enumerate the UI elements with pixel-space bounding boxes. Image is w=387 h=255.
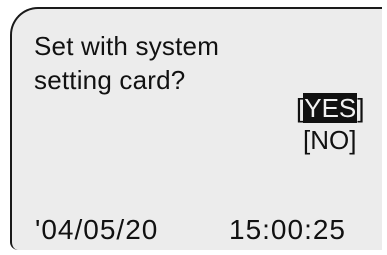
confirmation-prompt: Set with system setting card? (34, 29, 219, 97)
no-option-label: NO (310, 125, 350, 155)
lcd-screen: Set with system setting card? [YES] [NO]… (10, 7, 382, 250)
yes-option-label: YES (303, 93, 358, 123)
date-display: '04/05/20 (35, 214, 159, 245)
yes-option[interactable]: [YES] (296, 93, 365, 123)
prompt-line-2: setting card? (34, 65, 186, 95)
no-close-bracket: ] (349, 125, 357, 155)
prompt-line-1: Set with system (34, 31, 220, 61)
no-option[interactable]: [NO] (303, 125, 356, 155)
time-display: 15:00:25 (229, 214, 346, 245)
yes-close-bracket: ] (357, 93, 365, 123)
